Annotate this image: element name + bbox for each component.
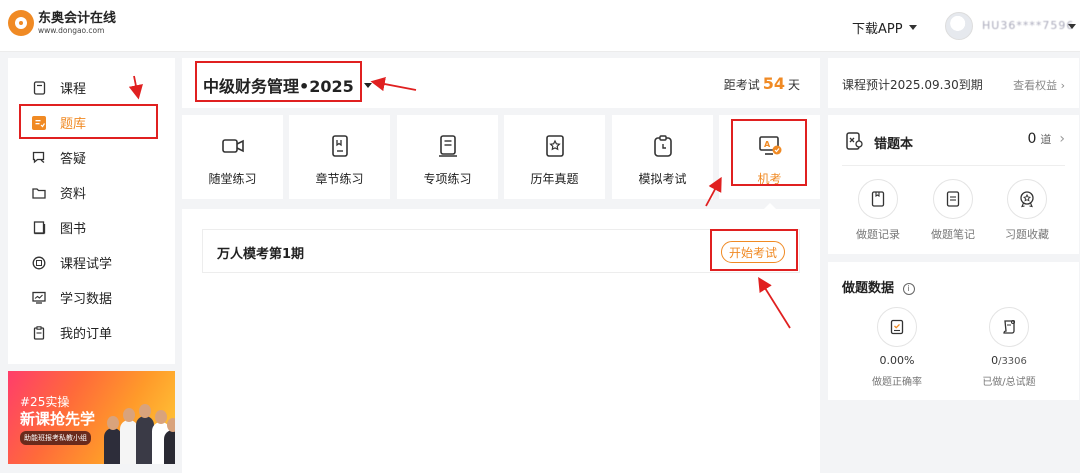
annotation-arrow-start-exam [758, 276, 791, 329]
annotation-arrow-question-bank [128, 75, 143, 100]
annotation-arrow-computer-exam [705, 176, 722, 207]
annotation-arrow-course [370, 76, 417, 92]
annotation-arrows [128, 75, 791, 329]
